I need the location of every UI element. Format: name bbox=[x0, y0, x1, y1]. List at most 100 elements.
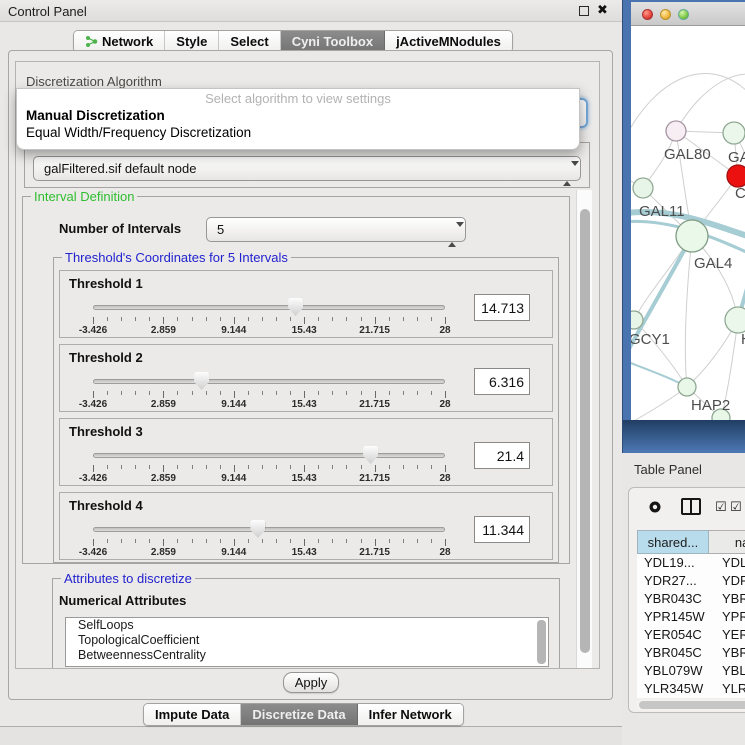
threshold-1-slider[interactable] bbox=[93, 305, 445, 310]
dropdown-option-manual-discretization[interactable]: Manual Discretization bbox=[17, 107, 579, 124]
table-row[interactable]: YER054CYER0 bbox=[637, 626, 745, 644]
table-row[interactable]: YBR043CYBR0 bbox=[637, 590, 745, 608]
GAL4-node[interactable] bbox=[676, 220, 708, 252]
attribute-list-item[interactable]: BetweennessCentrality bbox=[66, 648, 548, 663]
tab-cyni-toolbox[interactable]: Cyni Toolbox bbox=[281, 31, 385, 52]
list-scrollbar[interactable] bbox=[537, 620, 546, 664]
tab-infer-network[interactable]: Infer Network bbox=[358, 704, 463, 725]
table-cell: YBR043C bbox=[637, 590, 713, 608]
algorithm-group-title: Discretization Algorithm bbox=[26, 74, 162, 89]
num-intervals-combobox[interactable]: 5 bbox=[206, 217, 466, 242]
node-label: H bbox=[741, 331, 745, 348]
table-cell: YDL19... bbox=[637, 554, 713, 572]
table-rows: YDL19...YDL1YDR27...YDR2YBR043CYBR0YPR14… bbox=[637, 554, 745, 698]
slider-scale: -3.4262.8599.14415.4321.71528 bbox=[93, 465, 445, 485]
attributes-group-title: Attributes to discretize bbox=[61, 571, 195, 586]
tab-label: Style bbox=[176, 34, 207, 49]
combo-stepper-icon bbox=[448, 223, 457, 246]
float-window-icon[interactable] bbox=[579, 6, 589, 16]
GAL80-node[interactable] bbox=[666, 121, 686, 141]
gear-icon[interactable] bbox=[645, 497, 665, 517]
table-row[interactable]: YBL079WYBL0 bbox=[637, 662, 745, 680]
slider-thumb[interactable] bbox=[194, 372, 209, 390]
table-cell: YBR045C bbox=[637, 644, 713, 662]
threshold-4-value-input[interactable] bbox=[474, 516, 530, 543]
table-cell: YLR3 bbox=[713, 680, 745, 698]
table-row[interactable]: YDL19...YDL1 bbox=[637, 554, 745, 572]
slider-thumb[interactable] bbox=[363, 446, 378, 464]
slider-thumb[interactable] bbox=[288, 298, 303, 316]
attributes-group: Attributes to discretize Numerical Attri… bbox=[52, 578, 560, 668]
threshold-2-slider[interactable] bbox=[93, 379, 445, 384]
network-icon bbox=[85, 35, 98, 48]
table-header-row: shared... na bbox=[637, 530, 745, 554]
threshold-2-value-input[interactable] bbox=[474, 368, 530, 395]
tab-select[interactable]: Select bbox=[219, 31, 280, 52]
GA-node[interactable] bbox=[723, 122, 745, 144]
network-edge bbox=[685, 236, 692, 387]
threshold-4-slider[interactable] bbox=[93, 527, 445, 532]
checkbox-icon[interactable]: ☑ bbox=[730, 499, 742, 515]
dropdown-placeholder-option[interactable]: Select algorithm to view settings bbox=[17, 89, 579, 107]
table-row[interactable]: YDR27...YDR2 bbox=[637, 572, 745, 590]
table-row[interactable]: YPR145WYPR1 bbox=[637, 608, 745, 626]
attribute-list-item[interactable]: TopologicalCoefficient bbox=[66, 633, 548, 648]
attribute-list-item[interactable]: SelfLoops bbox=[66, 618, 548, 633]
close-traffic-light-icon[interactable] bbox=[642, 9, 653, 20]
H-node[interactable] bbox=[725, 307, 745, 333]
threshold-label: Threshold 3 bbox=[69, 424, 143, 439]
node-label: GAL4 bbox=[694, 255, 732, 272]
table-row[interactable]: YBR045CYBR0 bbox=[637, 644, 745, 662]
table-cell: YPR145W bbox=[637, 608, 713, 626]
tab-impute-data[interactable]: Impute Data bbox=[144, 704, 241, 725]
cyni-settings-panel: Discretization Algorithm Select algorith… bbox=[8, 50, 613, 700]
control-panel-titlebar: Control Panel ✖ bbox=[0, 0, 622, 22]
node-label: GCY1 bbox=[631, 331, 670, 348]
tab-network[interactable]: Network bbox=[74, 31, 165, 52]
table-data-value: galFiltered.sif default node bbox=[44, 161, 196, 176]
column-header-name[interactable]: na bbox=[709, 530, 745, 554]
tab-label: Cyni Toolbox bbox=[292, 34, 373, 49]
threshold-label: Threshold 1 bbox=[69, 276, 143, 291]
tab-jactivemnodules[interactable]: jActiveMNodules bbox=[385, 31, 512, 52]
num-intervals-label: Number of Intervals bbox=[59, 221, 181, 236]
settings-scrollbar[interactable] bbox=[576, 190, 592, 668]
red-node[interactable] bbox=[727, 165, 745, 187]
threshold-1-value-input[interactable] bbox=[474, 294, 530, 321]
tab-label: jActiveMNodules bbox=[396, 34, 501, 49]
thresholds-group: Threshold's Coordinates for 5 Intervals … bbox=[53, 257, 559, 563]
tab-style[interactable]: Style bbox=[165, 31, 219, 52]
scrollbar-thumb[interactable] bbox=[639, 701, 745, 709]
close-icon[interactable]: ✖ bbox=[597, 2, 608, 18]
slider-scale: -3.4262.8599.14415.4321.71528 bbox=[93, 317, 445, 337]
table-data-combobox[interactable]: galFiltered.sif default node bbox=[33, 156, 581, 181]
threshold-4-panel: Threshold 4 -3.4262.8599.14415.4321.7152… bbox=[59, 492, 553, 560]
minimize-traffic-light-icon[interactable] bbox=[660, 9, 671, 20]
HAP2-node[interactable] bbox=[678, 378, 696, 396]
tab-discretize-data[interactable]: Discretize Data bbox=[241, 704, 357, 725]
network-window-frame bbox=[623, 420, 745, 453]
zoom-traffic-light-icon[interactable] bbox=[678, 9, 689, 20]
table-cell: YER0 bbox=[713, 626, 745, 644]
threshold-3-slider[interactable] bbox=[93, 453, 445, 458]
network-canvas[interactable]: GAL80GACGAL11GAL4GCY1HHAP2 bbox=[631, 26, 745, 420]
table-hscrollbar[interactable] bbox=[637, 700, 745, 710]
table-cell: YBR0 bbox=[713, 590, 745, 608]
slider-thumb[interactable] bbox=[250, 520, 265, 538]
scrollbar-thumb[interactable] bbox=[580, 209, 590, 653]
settings-scroll-viewport: Interval Definition Number of Intervals … bbox=[18, 190, 576, 668]
table-row[interactable]: YLR345WYLR3 bbox=[637, 680, 745, 698]
checkbox-icon[interactable]: ☑ bbox=[715, 499, 727, 515]
node-label: HAP2 bbox=[691, 397, 730, 414]
GAL11-node[interactable] bbox=[633, 178, 653, 198]
GCY1-node[interactable] bbox=[631, 311, 643, 329]
threshold-3-value-input[interactable] bbox=[474, 442, 530, 469]
column-header-shared-name[interactable]: shared... bbox=[637, 530, 709, 554]
split-view-icon[interactable] bbox=[681, 498, 701, 515]
dropdown-option-equal-width[interactable]: Equal Width/Frequency Discretization bbox=[17, 124, 579, 141]
thresholds-group-title: Threshold's Coordinates for 5 Intervals bbox=[62, 250, 291, 265]
table-cell: YBL0 bbox=[713, 662, 745, 680]
network-window-titlebar bbox=[631, 2, 745, 26]
apply-button[interactable]: Apply bbox=[283, 672, 339, 693]
table-cell: YDR27... bbox=[637, 572, 713, 590]
